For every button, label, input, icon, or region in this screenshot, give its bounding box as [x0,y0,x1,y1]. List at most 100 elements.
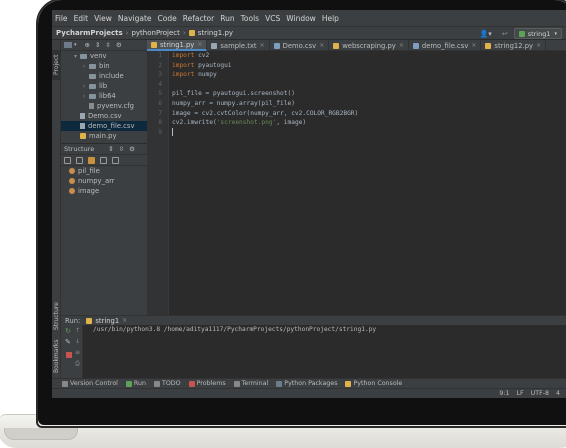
run-console-output[interactable]: /usr/bin/python3.8 /home/aditya1117/Pych… [83,325,566,378]
structure-item[interactable]: numpy_arr [61,176,147,186]
collapse-all-icon[interactable]: ⇕ [95,41,100,49]
show-inherited-icon[interactable] [100,156,107,164]
structure-item[interactable]: pil_file [61,166,147,176]
cfg-icon [89,103,94,109]
print-icon[interactable]: ⎙ [75,361,81,367]
code-line[interactable]: import pyautogui [169,61,566,71]
tree-item[interactable]: Demo.csv [61,111,147,121]
tree-item[interactable]: › lib64 [61,91,147,101]
menu-item-code[interactable]: Code [158,14,177,23]
breadcrumb-project[interactable]: PycharmProjects [56,29,123,37]
indent-setting[interactable]: 4 [556,390,560,397]
code-line[interactable]: pil_file = pyautogui.screenshot() [169,89,566,99]
bottom-tab-python-packages[interactable]: Python Packages [276,380,337,387]
breadcrumb-subproject[interactable]: pythonProject [131,29,179,37]
autoscroll-icon[interactable] [112,156,119,164]
bottom-tab-python-console[interactable]: Python Console [345,380,402,387]
bottom-tab-label: Python Console [353,380,403,387]
status-bar: 9:1 LF UTF-8 4 [52,388,566,398]
menu-item-view[interactable]: View [94,14,112,23]
locate-icon[interactable]: ⊕ [85,41,90,49]
collapse-all-icon[interactable]: ⇕ [108,145,113,153]
scroll-up-icon[interactable]: ↑ [75,328,81,334]
wrench-icon[interactable]: ✎ [65,339,71,346]
line-number: 5 [158,90,162,98]
bottom-tab-run[interactable]: Run [125,380,146,387]
editor-tab[interactable]: Demo.csv × [270,40,330,51]
sort-alpha-icon[interactable] [76,156,83,164]
bottom-tab-todo[interactable]: TODO [154,380,181,387]
back-arrow-icon[interactable]: ↩ [502,30,508,38]
editor-tab[interactable]: demo_file.csv × [409,40,482,51]
left-tool-stripe: Project Structure Bookmarks [52,40,61,378]
expand-all-icon[interactable]: ⇳ [119,145,124,153]
sort-icon[interactable] [64,156,71,164]
close-icon[interactable]: × [122,317,127,324]
soft-wrap-icon[interactable]: ≡ [75,350,81,356]
tree-item[interactable]: main.py [61,131,147,141]
gear-icon[interactable]: ⚙ [129,145,135,153]
show-fields-icon[interactable] [88,156,95,164]
code-line[interactable]: image = cv2.cvtColor(numpy_arr, cv2.COLO… [169,109,566,119]
run-tab[interactable]: string1 × [86,317,127,325]
code-line[interactable]: cv2.imwrite('screenshot.png', image) [169,118,566,128]
tree-item[interactable]: ▾ venv [61,51,147,61]
chevron-down-icon[interactable]: ▾ [74,42,77,48]
ide-window: File Edit View Navigate Code Refactor Run Tools… [52,10,566,398]
project-view-icon[interactable] [64,42,72,48]
editor-tab[interactable]: webscraping.py × [329,40,409,51]
tree-item[interactable]: include [61,71,147,81]
bookmarks-tool-tab[interactable]: Bookmarks [52,336,61,376]
run-configuration-selector[interactable]: string1 ▾ [513,28,562,39]
file-encoding[interactable]: UTF-8 [531,390,549,397]
tree-item[interactable]: › bin [61,61,147,71]
code-editor[interactable]: import cv2 import pyautogui import numpy pi… [169,51,566,315]
menu-item-run[interactable]: Run [220,14,234,23]
bottom-tab-problems[interactable]: Problems [188,380,226,387]
stop-icon[interactable] [66,352,72,358]
editor-tab[interactable]: sample.txt × [207,40,270,51]
folder-icon [80,53,87,59]
bottom-tab-label: Python Packages [284,380,338,387]
rerun-icon[interactable]: ↻ [65,328,71,335]
code-line[interactable]: import cv2 [169,51,566,61]
scroll-down-icon[interactable]: ↓ [75,339,81,345]
breadcrumb-file[interactable]: string1.py [198,29,233,37]
caret-position[interactable]: 9:1 [499,390,509,397]
structure-item[interactable]: image [61,186,147,196]
line-separator[interactable]: LF [516,390,523,397]
tree-item[interactable]: demo_file.csv [61,121,147,131]
menu-item-tools[interactable]: Tools [241,14,259,23]
close-icon[interactable]: × [319,42,324,49]
code-line[interactable] [169,127,566,138]
menu-item-help[interactable]: Help [322,14,339,23]
breadcrumb-separator: › [125,29,129,37]
close-icon[interactable]: × [260,42,265,49]
tree-item[interactable]: pyvenv.cfg [61,101,147,111]
structure-tool-tab[interactable]: Structure [52,298,61,334]
tree-item[interactable]: › lib [61,81,147,91]
menu-item-refactor[interactable]: Refactor [183,14,214,23]
menu-item-navigate[interactable]: Navigate [118,14,152,23]
code-line[interactable] [169,80,566,90]
editor-tab-label: Demo.csv [282,41,317,50]
editor-tab[interactable]: string12.py × [481,40,547,51]
code-line[interactable]: import numpy [169,70,566,80]
menu-item-vcs[interactable]: VCS [265,14,280,23]
user-icon[interactable]: 👤▾ [480,30,492,38]
project-tool-tab[interactable]: Project [52,50,61,80]
code-token: cv2 [194,52,210,59]
close-icon[interactable]: × [197,41,202,48]
close-icon[interactable]: × [399,42,404,49]
menu-item-file[interactable]: File [55,14,68,23]
code-line[interactable]: numpy_arr = numpy.array(pil_file) [169,99,566,109]
bottom-tab-version-control[interactable]: Version Control [62,380,118,387]
editor-tab[interactable]: string1.py × [147,40,208,51]
gear-icon[interactable]: ⚙ [116,41,122,49]
expand-all-icon[interactable]: ⇳ [105,41,110,49]
menu-item-edit[interactable]: Edit [74,14,89,23]
close-icon[interactable]: × [471,42,476,49]
menu-item-window[interactable]: Window [286,14,316,23]
close-icon[interactable]: × [536,42,541,49]
bottom-tab-terminal[interactable]: Terminal [233,380,268,387]
